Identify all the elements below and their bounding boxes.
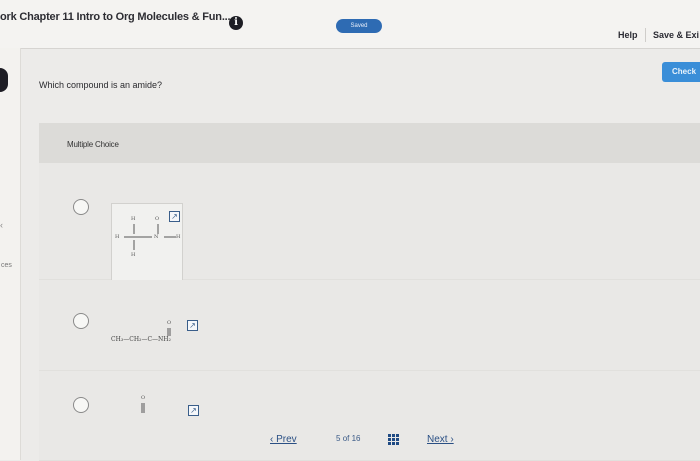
condensed-formula: CH₃—CH₂—C—NH₂ <box>111 336 171 343</box>
rail-label: ces <box>1 262 12 269</box>
of-label: of <box>342 434 350 443</box>
prev-button[interactable]: ‹ Prev <box>270 434 297 445</box>
expand-icon[interactable]: ↗ <box>169 211 180 222</box>
next-button[interactable]: Next › <box>427 434 454 445</box>
total-pages: 16 <box>351 434 361 443</box>
radio-button-1[interactable] <box>73 199 89 215</box>
grid-icon[interactable] <box>388 434 399 445</box>
check-button[interactable]: Check <box>662 62 700 82</box>
choice-header: Multiple Choice <box>39 123 700 163</box>
multiple-choice-panel: Multiple Choice H O H N H H ↗ O CH₃—CH₂—… <box>39 123 700 461</box>
question-text: Which compound is an amide? <box>39 80 163 90</box>
expand-icon[interactable]: ↗ <box>187 320 198 331</box>
toolbar-divider <box>645 28 646 42</box>
pagination: ‹ Prev 5 of 16 Next › <box>270 432 490 452</box>
atom-h-left: H <box>115 234 120 240</box>
atom-n: N <box>154 234 159 240</box>
choice-option-1[interactable]: H O H N H H ↗ <box>39 163 700 289</box>
save-exit-button[interactable]: Save & Exi <box>653 30 699 40</box>
info-icon[interactable]: i <box>229 16 243 30</box>
collapse-arrow-icon[interactable]: ‹ <box>0 220 3 230</box>
assignment-title: ork Chapter 11 Intro to Org Molecules & … <box>0 11 231 23</box>
page-counter: 5 of 16 <box>336 434 361 443</box>
top-bar: ork Chapter 11 Intro to Org Molecules & … <box>0 0 700 49</box>
expand-icon[interactable]: ↗ <box>188 405 199 416</box>
help-link[interactable]: Help <box>618 30 638 40</box>
choice-option-2[interactable]: O CH₃—CH₂—C—NH₂ ↗ <box>39 280 700 371</box>
left-rail: ‹ ces <box>0 48 21 460</box>
atom-o: O <box>155 216 160 222</box>
atom-h-right: H <box>176 234 181 240</box>
atom-h-bottom: H <box>131 252 136 258</box>
radio-button-3[interactable] <box>73 397 89 413</box>
rail-tab[interactable] <box>0 68 8 92</box>
atom-h-top: H <box>131 216 136 222</box>
multiple-choice-label: Multiple Choice <box>67 140 119 149</box>
saved-status-badge: Saved <box>336 19 382 33</box>
radio-button-2[interactable] <box>73 313 89 329</box>
current-page: 5 <box>336 434 341 443</box>
